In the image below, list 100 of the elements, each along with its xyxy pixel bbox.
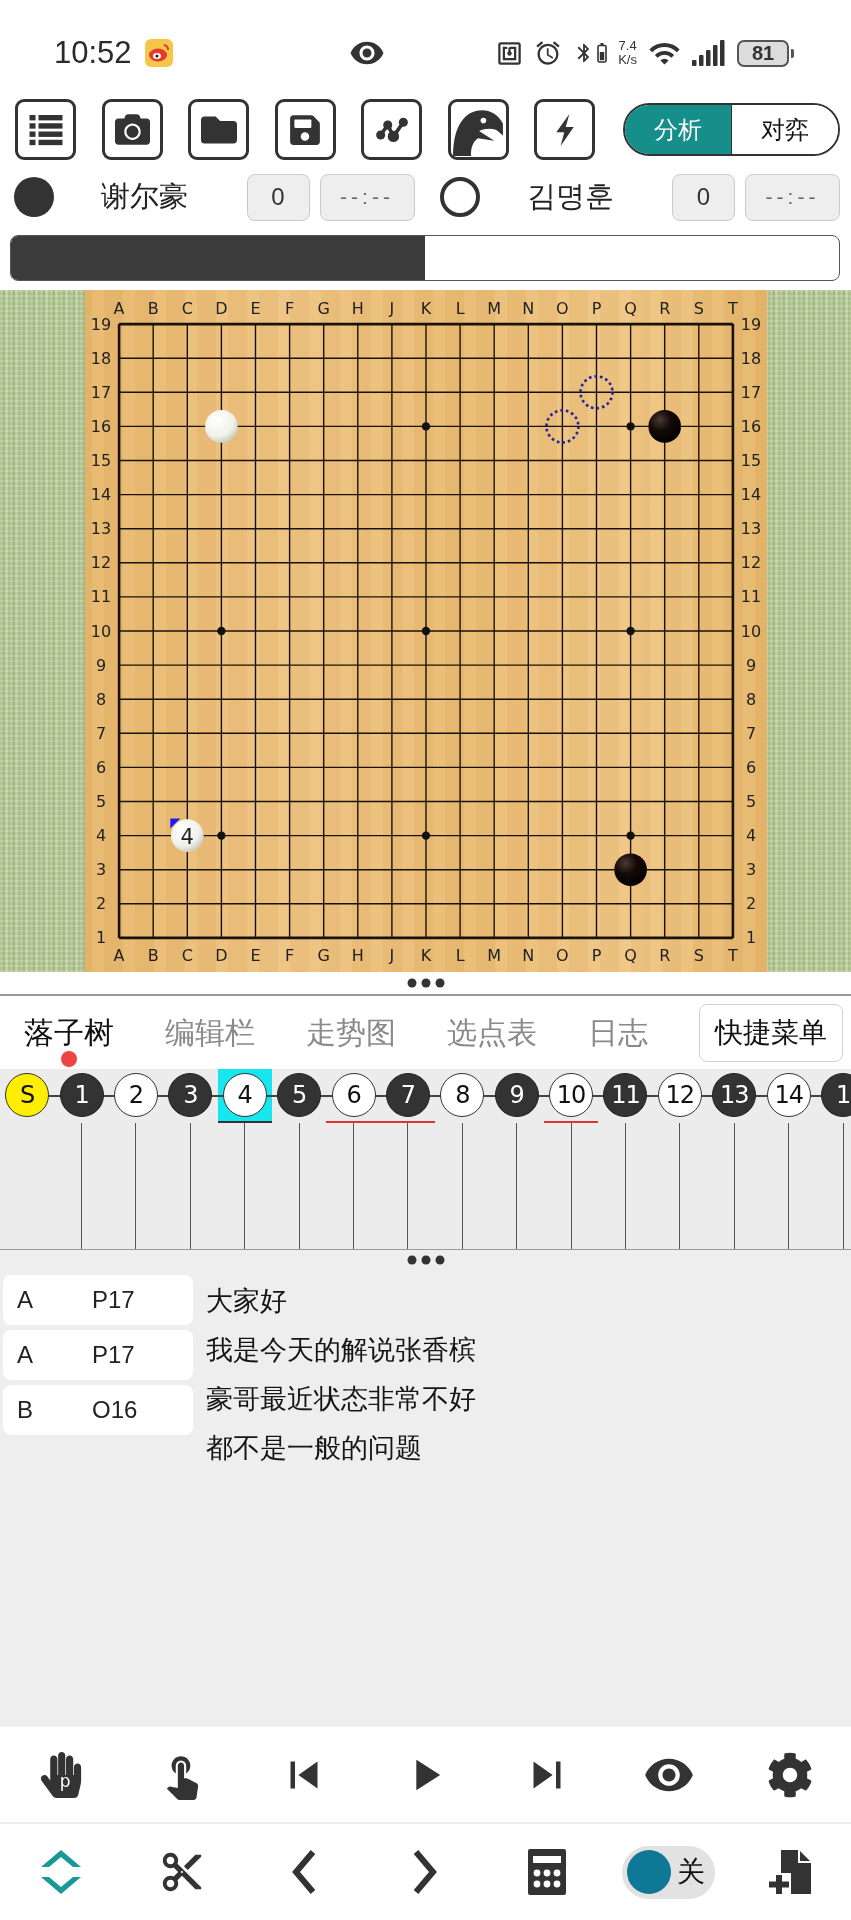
coordinate-label: 12 (740, 553, 761, 573)
variation-label: A (17, 1286, 34, 1314)
variation-label: B (17, 1396, 34, 1424)
coordinate-label: 5 (95, 792, 106, 811)
graph-button[interactable] (361, 99, 422, 160)
settings-icon (767, 1751, 814, 1798)
coordinate-label: 18 (740, 348, 761, 368)
coordinate-label: B (147, 945, 159, 965)
star-point-icon (216, 831, 226, 840)
coordinate-label: D (214, 298, 228, 318)
variation-card[interactable]: B O16 (3, 1385, 193, 1435)
coordinate-label: 4 (95, 826, 106, 846)
previous-button[interactable] (290, 1849, 317, 1895)
save-button[interactable] (274, 99, 336, 160)
toggle-switch[interactable]: 关 (622, 1845, 716, 1899)
settings-button[interactable] (767, 1751, 814, 1798)
mode-tab[interactable]: 分析 (625, 105, 731, 154)
list-icon (27, 112, 64, 147)
coordinate-label: 11 (740, 587, 761, 607)
add-file-button[interactable] (767, 1848, 814, 1896)
coordinate-label: H (351, 298, 364, 318)
capture-count: 0 (672, 173, 735, 221)
variation-point: O16 (92, 1396, 138, 1424)
coordinate-label: 2 (745, 894, 756, 914)
signal-icon (692, 40, 726, 66)
coordinate-label: C (181, 945, 193, 965)
coordinate-label: T (727, 945, 738, 965)
coordinate-label: L (455, 945, 465, 965)
comment-line: 豪哥最近状态非常不好 (206, 1383, 476, 1416)
battery-indicator: 81 (737, 39, 789, 67)
coordinate-label: 3 (745, 860, 756, 880)
coordinate-label: O (555, 945, 569, 965)
star-point-icon (625, 422, 635, 431)
go-stone: 4 (170, 819, 204, 852)
coordinate-label: 1 (95, 928, 106, 948)
coordinate-label: 7 (95, 723, 106, 743)
coordinate-label: 12 (90, 553, 111, 573)
camera-button[interactable] (101, 99, 163, 160)
drag-handle-icon[interactable] (406, 978, 445, 988)
coordinate-label: 16 (90, 416, 111, 436)
variation-point: P17 (92, 1286, 135, 1314)
coordinate-label: 19 (740, 314, 761, 334)
coordinate-label: F (284, 945, 294, 965)
lightning-button[interactable] (534, 99, 595, 160)
coordinate-label: E (249, 945, 261, 965)
coordinate-label: J (389, 945, 394, 965)
coordinate-label: K (420, 945, 431, 965)
coordinate-label: T (727, 298, 738, 318)
coordinate-label: F (284, 298, 294, 318)
status-time: 10:52 (54, 35, 132, 71)
star-point-icon (421, 626, 430, 636)
coordinate-label: 6 (745, 757, 756, 777)
star-point-icon (625, 626, 635, 636)
go-board[interactable]: A B C D E F G H J K L M N O P Q R S T A B C D E F G H J K L M N O P Q R S T 19 19 18 18 17 17 16 16 15 15 14 14 13 13 12 12 11 11 10 10 9 9 8 8 7 7 6 6 5 5 4 4 3 3 2 2 1 1 4 (84, 290, 767, 972)
folder-button[interactable] (188, 99, 249, 160)
coordinate-label: 15 (90, 451, 111, 470)
variation-point: P17 (92, 1341, 135, 1369)
drag-handle-icon[interactable] (406, 1255, 445, 1265)
coordinate-label: 15 (740, 451, 761, 470)
star-point-icon (421, 831, 430, 840)
star-point-icon (216, 626, 226, 636)
coordinate-label: 9 (95, 655, 106, 675)
coordinate-label: O (555, 298, 569, 318)
coordinate-label: 4 (745, 826, 756, 846)
variation-card[interactable]: A P17 (3, 1275, 193, 1325)
save-icon (288, 112, 322, 147)
coordinate-label: K (420, 298, 431, 318)
next-button[interactable] (412, 1849, 439, 1895)
hand-button[interactable]: p (37, 1751, 84, 1798)
coordinate-label: 13 (740, 519, 761, 539)
network-speed-unit: K/s (618, 53, 637, 67)
calculator-icon (528, 1849, 567, 1895)
comment-line: 大家好 (206, 1285, 287, 1318)
quick-menu-button[interactable]: 快捷菜单 (699, 1003, 843, 1062)
coordinate-label: G (317, 298, 330, 318)
hand-letter: p (59, 1772, 71, 1790)
bird-button[interactable] (447, 99, 509, 160)
coordinate-label: 1 (745, 928, 756, 948)
coordinate-label: 13 (90, 519, 111, 539)
coordinate-label: M (486, 298, 501, 318)
coordinate-label: 6 (95, 757, 106, 777)
coordinate-label: A (113, 298, 125, 318)
panel-tab[interactable]: 落子树 (24, 1015, 114, 1067)
mode-tab[interactable]: 对弈 (731, 105, 838, 154)
coordinate-label: P (591, 945, 601, 965)
chevron-left-icon (290, 1849, 317, 1895)
coordinate-label: C (181, 298, 193, 318)
coordinate-label: 18 (90, 348, 111, 368)
variation-card[interactable]: A P17 (3, 1330, 193, 1380)
star-point-icon (421, 422, 430, 431)
coordinate-label: 7 (745, 723, 756, 743)
list-button[interactable] (15, 99, 76, 160)
coordinate-label: G (317, 945, 330, 965)
calculator-button[interactable] (528, 1849, 567, 1895)
coordinate-label: 9 (745, 655, 756, 675)
coordinate-label: A (113, 945, 125, 965)
small-battery-icon (597, 43, 608, 63)
move-node[interactable]: 4 (217, 1069, 272, 1123)
coordinate-label: Q (623, 298, 637, 318)
app-icon (144, 39, 173, 67)
